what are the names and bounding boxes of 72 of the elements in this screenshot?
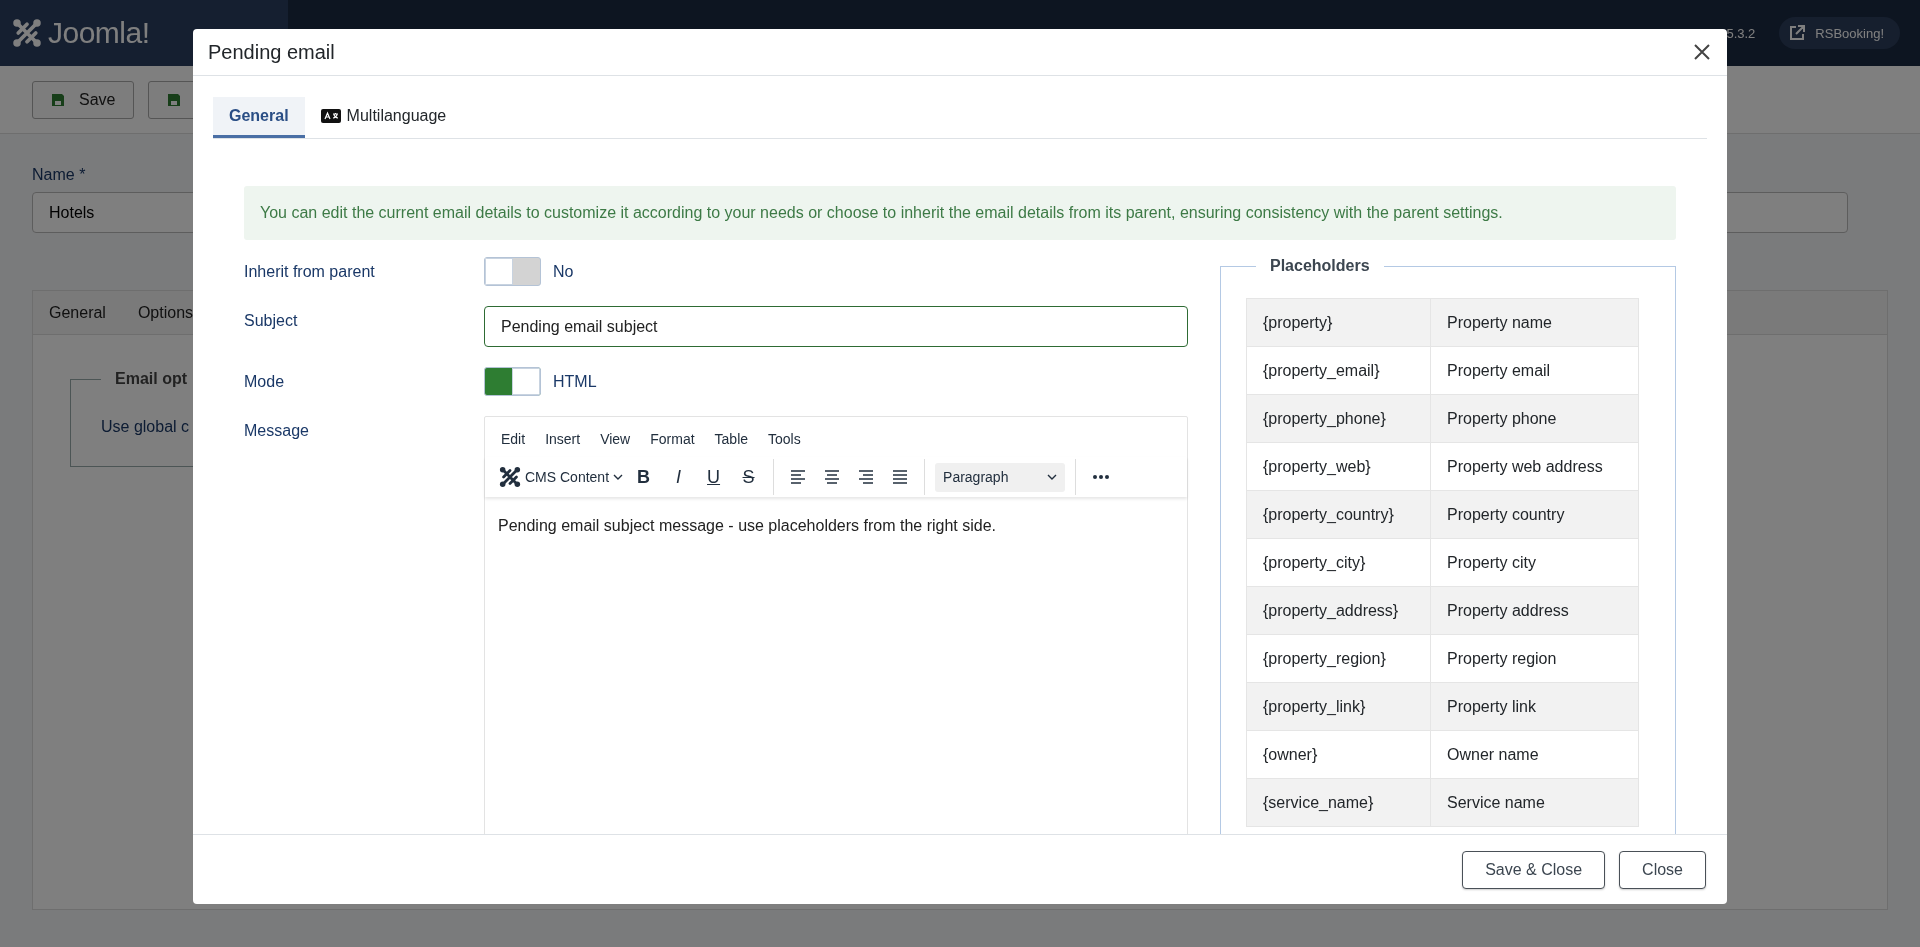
align-center-icon[interactable]	[824, 469, 841, 485]
table-cell: {property_email}	[1246, 346, 1431, 395]
field-label: Message	[244, 421, 310, 441]
table-cell: Property link	[1430, 682, 1639, 731]
tab[interactable]: Options	[121, 303, 210, 322]
site-link-button[interactable]: RSBooking!	[1779, 17, 1900, 49]
align-left-icon[interactable]	[790, 469, 807, 485]
block-format-select[interactable]: Paragraph	[935, 462, 1066, 492]
modal-title: Pending email	[208, 40, 335, 64]
toggle-switch[interactable]	[484, 257, 541, 286]
table-cell: Property phone	[1430, 394, 1639, 443]
editor-menu-item[interactable]: Table	[704, 427, 759, 451]
table-cell: Service name	[1430, 778, 1639, 827]
tab[interactable]: General	[33, 303, 122, 322]
editor-menu-item[interactable]: View	[590, 427, 641, 451]
cms-content-button[interactable]: CMS Content	[499, 466, 624, 488]
justify-icon[interactable]	[892, 469, 909, 485]
chevron-down-icon	[613, 472, 624, 482]
table-cell: Property email	[1430, 346, 1639, 395]
more-icon[interactable]	[1092, 474, 1111, 480]
underline-button[interactable]: U	[699, 462, 729, 492]
editor-menu-item[interactable]: Format	[640, 427, 705, 451]
table-cell: {property_link}	[1246, 682, 1431, 731]
toggle-value: HTML	[553, 372, 597, 391]
field-label: Use global c	[101, 418, 190, 436]
editor-menu-item[interactable]: Insert	[535, 427, 591, 451]
fieldset-legend: Email opt	[101, 370, 201, 388]
field-label: Name *	[32, 166, 87, 184]
table-cell: {property_address}	[1246, 586, 1431, 635]
save-button[interactable]: Save	[32, 80, 135, 119]
info-alert: You can edit the current email details to customize it according to your needs or choose to inherit the email details from its parent, ensuring consistency with the parent settings.	[244, 186, 1676, 240]
table-cell: Property country	[1430, 490, 1639, 539]
external-link-icon	[1789, 25, 1806, 41]
field-label: Inherit from parent	[244, 262, 376, 282]
field-label: Mode	[244, 372, 286, 392]
align-right-icon[interactable]	[858, 469, 875, 485]
table-cell: {property_country}	[1246, 490, 1431, 539]
logo-text: Joomla!	[48, 16, 150, 50]
table-cell: {property_region}	[1246, 634, 1431, 683]
editor-text[interactable]: Pending email subject message - use placeholders from the right side.	[485, 497, 1187, 555]
close-button[interactable]: Close	[1619, 850, 1706, 889]
table-cell: Property web address	[1430, 442, 1639, 491]
editor-menu-item[interactable]: Tools	[758, 427, 811, 451]
table-cell: Property region	[1430, 634, 1639, 683]
table-cell: {owner}	[1246, 730, 1431, 779]
toggle-switch[interactable]	[484, 367, 541, 396]
tab[interactable]: Multilanguage	[304, 97, 463, 138]
fieldset-legend: Placeholders	[1256, 257, 1384, 275]
bold-button[interactable]: B	[629, 462, 659, 492]
table-cell: {property_web}	[1246, 442, 1431, 491]
table-cell: {property_phone}	[1246, 394, 1431, 443]
strike-button[interactable]: S	[734, 462, 764, 492]
table-cell: Property name	[1430, 298, 1639, 347]
table-cell: Property address	[1430, 586, 1639, 635]
italic-button[interactable]: I	[664, 462, 694, 492]
field-label: Subject	[244, 311, 299, 331]
language-icon	[320, 109, 341, 123]
subject-input[interactable]: Pending email subject	[484, 306, 1188, 347]
table-cell: {property_city}	[1246, 538, 1431, 587]
table-cell: {property}	[1246, 298, 1431, 347]
version-label: 5.3.2	[1726, 25, 1756, 41]
toggle-value: No	[553, 262, 574, 281]
tab[interactable]: General	[213, 97, 305, 138]
joomla-logo-icon	[499, 466, 521, 488]
table-cell: Property city	[1430, 538, 1639, 587]
editor-menu-item[interactable]: Edit	[491, 427, 536, 451]
chevron-down-icon	[1047, 472, 1058, 482]
table-cell: {service_name}	[1246, 778, 1431, 827]
joomla-logo-icon	[12, 18, 42, 48]
table-cell: Owner name	[1430, 730, 1639, 779]
save-close-button[interactable]: Save & Close	[1462, 850, 1606, 889]
close-icon	[1693, 43, 1711, 61]
